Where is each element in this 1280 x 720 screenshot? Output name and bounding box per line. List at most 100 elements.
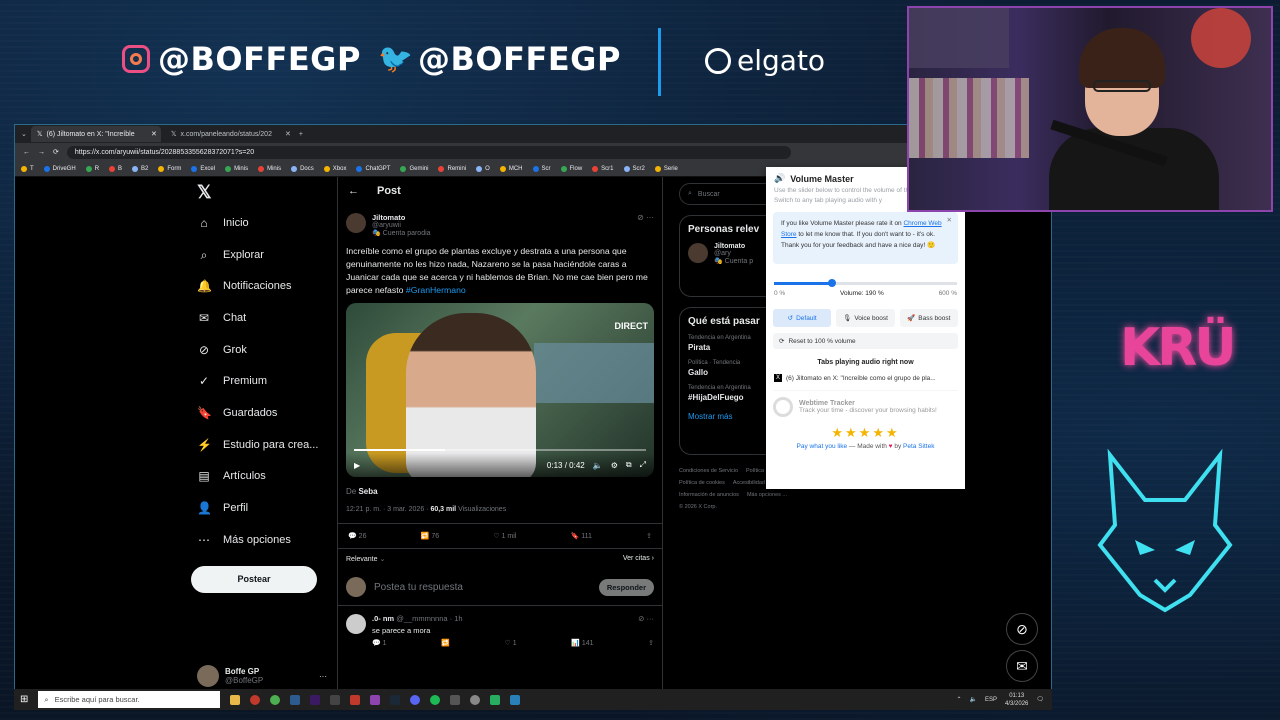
quotes-link[interactable]: Ver citas ›: [623, 555, 654, 563]
settings-icon[interactable]: ⚙: [611, 461, 618, 470]
chrome-icon[interactable]: [270, 694, 281, 705]
author-name[interactable]: Jiltomato: [372, 213, 431, 222]
avatar[interactable]: [346, 213, 366, 233]
app-icon[interactable]: [330, 694, 341, 705]
comment-item[interactable]: .0- nm @__mmmnnna · 1h ⊘ ··· se parece a …: [338, 606, 662, 635]
obs-icon[interactable]: [470, 694, 481, 705]
nav-item-search[interactable]: ⌕ Explorar: [191, 239, 331, 271]
premiere-icon[interactable]: [310, 694, 321, 705]
back-icon[interactable]: ←: [23, 149, 30, 156]
nav-item-grok[interactable]: ⊘ Grok: [191, 334, 331, 366]
footer-link[interactable]: Condiciones de Servicio: [679, 468, 738, 474]
bookmark-item[interactable]: Docs: [291, 165, 314, 172]
bookmark-item[interactable]: Remini: [438, 165, 466, 172]
bass-boost-button[interactable]: 🚀 Bass boost: [899, 309, 958, 327]
notifications-icon[interactable]: 🗨: [1036, 696, 1044, 703]
audio-tab-item[interactable]: X (6) Jiltomato en X: "Increíble como el …: [766, 366, 965, 382]
pip-icon[interactable]: ⧉: [626, 460, 632, 470]
from-name[interactable]: Seba: [358, 487, 377, 496]
post-button[interactable]: Postear: [191, 565, 317, 593]
bookmark-item[interactable]: Form: [158, 165, 181, 172]
like-action[interactable]: ♡ 1: [504, 639, 516, 647]
comment-author[interactable]: .0- nm: [372, 614, 394, 623]
hashtag-link[interactable]: #GranHermano: [406, 285, 466, 295]
browser-tab[interactable]: 𝕏 x.com/paneleando/status/202 ✕: [165, 126, 295, 142]
bookmark-item[interactable]: B: [109, 165, 122, 172]
chevron-up-icon[interactable]: ⌃: [956, 696, 961, 703]
bookmark-item[interactable]: MCH: [499, 165, 523, 172]
photoshop-icon[interactable]: [290, 694, 301, 705]
tab-search-chevron-icon[interactable]: ⌄: [21, 130, 27, 138]
bookmark-item[interactable]: Minis: [225, 165, 248, 172]
bookmark-item[interactable]: DriveGH: [43, 165, 76, 172]
more-icon[interactable]: ···: [319, 672, 327, 681]
app-icon[interactable]: [450, 694, 461, 705]
speaker-icon[interactable]: 🔈: [970, 696, 977, 703]
bookmark-item[interactable]: Scr1: [592, 165, 614, 172]
forward-icon[interactable]: →: [38, 149, 45, 156]
volume-icon[interactable]: 🔈: [593, 461, 603, 470]
nav-item-article[interactable]: ▤ Artículos: [191, 461, 331, 493]
nav-item-more[interactable]: ⋯ Más opciones: [191, 524, 331, 556]
bookmark-item[interactable]: Flow: [560, 165, 582, 172]
nav-item-premium[interactable]: ✓ Premium: [191, 365, 331, 397]
nav-item-person[interactable]: 👤 Perfil: [191, 492, 331, 524]
volume-slider-handle[interactable]: [827, 279, 836, 287]
x-logo-icon[interactable]: 𝕏: [191, 177, 331, 207]
close-tab-icon[interactable]: ✕: [151, 130, 157, 138]
nav-item-bell[interactable]: 🔔 Notificaciones: [191, 270, 331, 302]
reply-action[interactable]: 💬 26: [348, 532, 366, 540]
back-arrow-icon[interactable]: ←: [348, 185, 359, 197]
close-icon[interactable]: ✕: [947, 215, 952, 226]
bookmark-item[interactable]: B2: [132, 165, 148, 172]
messages-floating-icon[interactable]: ✉: [1006, 650, 1038, 682]
footer-link[interactable]: © 2026 X Corp.: [679, 504, 717, 510]
footer-link[interactable]: Política de cookies: [679, 480, 725, 486]
avatar[interactable]: [346, 614, 366, 634]
steam-icon[interactable]: [390, 694, 401, 705]
clock[interactable]: 01:13 4/3/2026: [1005, 692, 1028, 708]
repost-action[interactable]: 🔁 76: [421, 532, 439, 540]
footer-link[interactable]: Accesibilidad: [733, 480, 765, 486]
bookmark-item[interactable]: ChatGPT: [356, 165, 390, 172]
bookmark-item[interactable]: Xbox: [323, 165, 346, 172]
bookmark-item[interactable]: O: [476, 165, 490, 172]
nav-item-bookmark[interactable]: 🔖 Guardados: [191, 397, 331, 429]
footer-link[interactable]: Información de anuncios: [679, 492, 739, 498]
bookmark-item[interactable]: R: [85, 165, 99, 172]
views-action[interactable]: 📊 141: [571, 639, 593, 647]
footer-link[interactable]: Más opciones ...: [747, 492, 787, 498]
more-icon[interactable]: ⊘ ···: [638, 614, 654, 623]
app-icon[interactable]: [490, 694, 501, 705]
browser-tab-active[interactable]: 𝕏 (6) Jiltomato en X: "Increíble ✕: [30, 126, 161, 142]
webtime-tracker-promo[interactable]: Webtime Tracker Track your time - discov…: [773, 390, 958, 417]
repost-action[interactable]: 🔁: [441, 639, 450, 647]
windows-start-icon[interactable]: ⊞: [20, 694, 28, 705]
nav-item-studio[interactable]: ⚡ Estudio para crea...: [191, 429, 331, 461]
bookmark-item[interactable]: T: [21, 165, 34, 172]
nav-item-home[interactable]: ⌂ Inicio: [191, 207, 331, 239]
bookmark-item[interactable]: Gemini: [400, 165, 428, 172]
share-icon[interactable]: ⇪: [646, 532, 652, 540]
reply-input[interactable]: Postea tu respuesta: [374, 582, 463, 593]
sort-dropdown[interactable]: Relevante ⌄: [346, 555, 385, 563]
play-icon[interactable]: ▶: [354, 461, 360, 470]
file-explorer-icon[interactable]: [230, 694, 241, 705]
twitch-icon[interactable]: [370, 694, 381, 705]
timestamp[interactable]: 12:21 p. m. · 3 mar. 2026 ·: [346, 506, 430, 513]
spotify-icon[interactable]: [430, 694, 441, 705]
bookmark-item[interactable]: Scr2: [623, 165, 645, 172]
pay-link[interactable]: Pay what you like: [797, 443, 848, 450]
reload-icon[interactable]: ⟳: [53, 148, 59, 156]
bookmark-item[interactable]: Scr: [532, 165, 551, 172]
nav-item-mail[interactable]: ✉ Chat: [191, 302, 331, 334]
url-input[interactable]: https://x.com/aryuwii/status/20288533556…: [66, 145, 791, 159]
reply-action[interactable]: 💬 1: [372, 639, 387, 647]
discord-icon[interactable]: [410, 694, 421, 705]
video-player[interactable]: DIRECT ▶ 0:13 / 0:42 🔈 ⚙ ⧉ ⤢: [346, 303, 654, 477]
fullscreen-icon[interactable]: ⤢: [640, 460, 646, 470]
voice-boost-button[interactable]: 🎙 Voice boost: [836, 309, 895, 327]
video-progress-track[interactable]: [354, 449, 646, 451]
app-icon[interactable]: [250, 694, 261, 705]
app-icon[interactable]: [350, 694, 361, 705]
